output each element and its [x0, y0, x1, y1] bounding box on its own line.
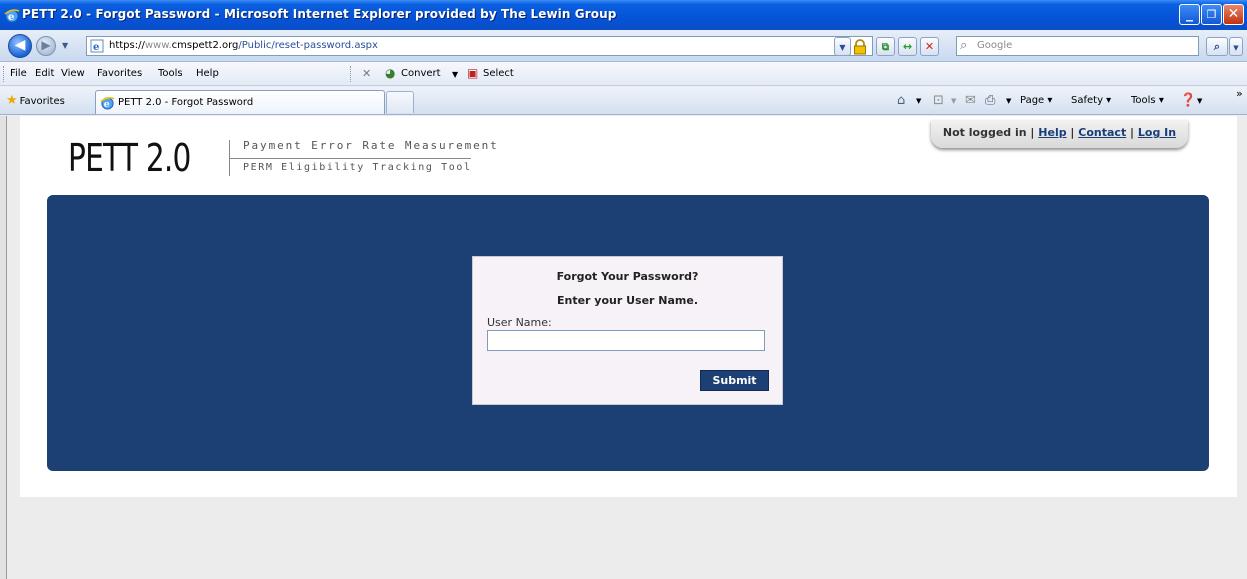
chevron-down-icon[interactable]: ▼ — [916, 97, 921, 105]
star-icon: ★ — [6, 93, 18, 108]
svg-text:e: e — [104, 99, 110, 110]
compatibility-button[interactable]: ⧉ — [876, 37, 895, 56]
logo-rule — [229, 158, 471, 159]
history-dropdown-icon[interactable]: ▼ — [62, 41, 68, 50]
chevron-down-icon: ▼ — [839, 43, 846, 52]
viewport-border — [0, 116, 7, 579]
username-label: User Name: — [487, 316, 552, 329]
search-input[interactable]: ⌕ Google — [956, 36, 1199, 56]
stop-icon: ✕ — [924, 40, 935, 53]
status-text: Not logged in — [942, 126, 1027, 139]
forward-arrow-icon: ▶ — [41, 38, 51, 52]
search-placeholder: Google — [977, 40, 1013, 51]
safety-menu-label: Safety — [1071, 95, 1103, 106]
url-dropdown-button[interactable]: ▼ — [834, 37, 851, 56]
lock-icon[interactable] — [852, 39, 868, 55]
close-toolbar-icon[interactable]: ✕ — [362, 67, 371, 80]
mail-icon[interactable]: ✉ — [965, 93, 976, 108]
favorites-label: Favorites — [19, 96, 65, 107]
form-subheading: Enter your User Name. — [556, 294, 699, 307]
url-field[interactable]: e https://www.cmspett2.org/Public/reset-… — [86, 36, 873, 56]
logo-subtitle-2: PERM Eligibility Tracking Tool — [243, 162, 472, 173]
page-menu-label: Page — [1020, 95, 1045, 106]
stop-button[interactable]: ✕ — [920, 37, 939, 56]
feeds-icon[interactable]: ⊡ — [933, 93, 944, 108]
convert-button[interactable]: Convert — [401, 68, 441, 79]
restore-icon: ❐ — [1206, 8, 1217, 21]
back-button[interactable]: ◀ — [8, 34, 32, 58]
close-icon: ✕ — [1227, 6, 1240, 22]
tab-active[interactable]: e PETT 2.0 - Forgot Password — [95, 90, 385, 114]
menu-file[interactable]: File — [10, 68, 27, 79]
menu-help[interactable]: Help — [196, 68, 219, 79]
chevron-down-icon[interactable]: ▼ — [951, 97, 956, 105]
convert-icon: ◕ — [385, 66, 396, 80]
form-heading: Forgot Your Password? — [556, 270, 699, 283]
menu-favorites[interactable]: Favorites — [97, 68, 142, 79]
svg-text:e: e — [93, 42, 99, 53]
magnifier-icon: ⌕ — [1213, 40, 1221, 53]
toolbar-grip — [3, 66, 5, 82]
favorites-button[interactable]: ★ Favorites — [6, 93, 65, 108]
contact-link[interactable]: Contact — [1078, 126, 1126, 139]
page-menu[interactable]: Page ▾ — [1020, 95, 1052, 106]
help-link[interactable]: Help — [1038, 126, 1066, 139]
tools-menu-label: Tools — [1131, 95, 1156, 106]
forgot-password-form: Forgot Your Password? Enter your User Na… — [472, 256, 783, 405]
menu-view[interactable]: View — [61, 68, 85, 79]
login-status-bar: Not logged in | Help | Contact | Log In — [931, 120, 1188, 148]
search-button[interactable]: ⌕ — [1206, 37, 1228, 56]
url-text: https://www.cmspett2.org/Public/reset-pa… — [109, 40, 378, 51]
search-options-button[interactable]: ▼ — [1229, 37, 1243, 56]
login-link[interactable]: Log In — [1138, 126, 1176, 139]
select-button[interactable]: Select — [483, 68, 514, 79]
minimize-button[interactable]: _ — [1179, 4, 1200, 25]
menu-tools[interactable]: Tools — [158, 68, 183, 79]
svg-text:e: e — [8, 12, 14, 23]
window-title-bar: e PETT 2.0 - Forgot Password - Microsoft… — [0, 0, 1247, 30]
page-icon: e — [90, 39, 104, 53]
refresh-button[interactable]: ↔ — [898, 37, 917, 56]
window-title: PETT 2.0 - Forgot Password - Microsoft I… — [22, 7, 617, 21]
minimize-icon: _ — [1186, 6, 1193, 22]
forward-button[interactable]: ▶ — [36, 36, 56, 56]
chevron-down-icon[interactable]: ▼ — [1197, 97, 1202, 105]
toolbar-overflow-icon[interactable]: » — [1236, 87, 1243, 100]
ie-tab-icon: e — [100, 97, 115, 110]
safety-menu[interactable]: Safety ▾ — [1071, 95, 1111, 106]
convert-dropdown-icon[interactable]: ▼ — [452, 70, 458, 79]
menu-bar: File Edit View Favorites Tools Help ✕ ◕ … — [0, 62, 1247, 86]
favorites-bar: ★ Favorites e PETT 2.0 - Forgot Password … — [0, 87, 1247, 115]
home-icon[interactable]: ⌂ — [897, 93, 905, 108]
username-input[interactable] — [487, 330, 765, 351]
new-tab-button[interactable] — [386, 91, 414, 113]
close-button[interactable]: ✕ — [1223, 4, 1244, 25]
chevron-down-icon[interactable]: ▼ — [1006, 97, 1011, 105]
logo-title: PETT 2.0 — [68, 136, 191, 180]
print-icon[interactable]: ⎙ — [985, 93, 995, 108]
submit-button[interactable]: Submit — [700, 370, 769, 391]
address-bar: ◀ ▶ ▼ e https://www.cmspett2.org/Public/… — [0, 30, 1247, 62]
tab-label: PETT 2.0 - Forgot Password — [118, 97, 254, 108]
tools-menu[interactable]: Tools ▾ — [1131, 95, 1164, 106]
logo-subtitle-1: Payment Error Rate Measurement — [243, 139, 499, 152]
chevron-down-icon: ▼ — [1233, 44, 1239, 52]
search-icon: ⌕ — [960, 38, 968, 53]
menu-edit[interactable]: Edit — [35, 68, 54, 79]
toolbar-separator — [350, 66, 352, 82]
login-status-text: Not logged in | Help | Contact | Log In — [942, 126, 1177, 139]
help-icon[interactable]: ❓ — [1180, 93, 1196, 108]
back-arrow-icon: ◀ — [14, 37, 26, 53]
ie-logo-icon: e — [4, 9, 20, 23]
select-icon: ▣ — [467, 66, 479, 80]
restore-button[interactable]: ❐ — [1201, 4, 1222, 25]
refresh-icon: ↔ — [902, 40, 913, 53]
compatibility-icon: ⧉ — [881, 42, 890, 53]
page-viewport: PETT 2.0 Payment Error Rate Measurement … — [0, 116, 1247, 579]
